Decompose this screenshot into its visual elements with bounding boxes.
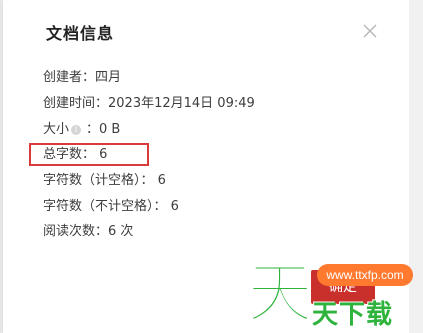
creator-row: 创建者：四月 (43, 70, 122, 85)
size-row: 大小 i ：0 B (43, 120, 120, 140)
watermark-logo: 天 (246, 254, 314, 328)
watermark-text: 天下载 (312, 300, 394, 330)
chars-with-spaces-row: 字符数（计空格）： 6 (43, 173, 166, 188)
watermark-logo-glyph: 天 (247, 255, 313, 328)
screenshot-frame: 文档信息 创建者：四月 创建时间：2023年12月14日 09:49 大小 i ：0… (0, 0, 423, 333)
created-time-row: 创建时间：2023年12月14日 09:49 (43, 96, 255, 111)
watermark-badge: www.ttxfp.com (317, 264, 413, 286)
close-icon[interactable] (361, 22, 379, 40)
read-count-row: 阅读次数：6 次 (43, 224, 134, 239)
window-edge-right (409, 0, 423, 333)
dialog-title: 文档信息 (46, 24, 115, 43)
size-value: ：0 B (86, 122, 121, 137)
info-icon[interactable]: i (71, 125, 82, 135)
chars-without-spaces-row: 字符数（不计空格）： 6 (43, 199, 179, 214)
size-label: 大小 (43, 122, 70, 137)
highlight-annotation (29, 143, 149, 166)
